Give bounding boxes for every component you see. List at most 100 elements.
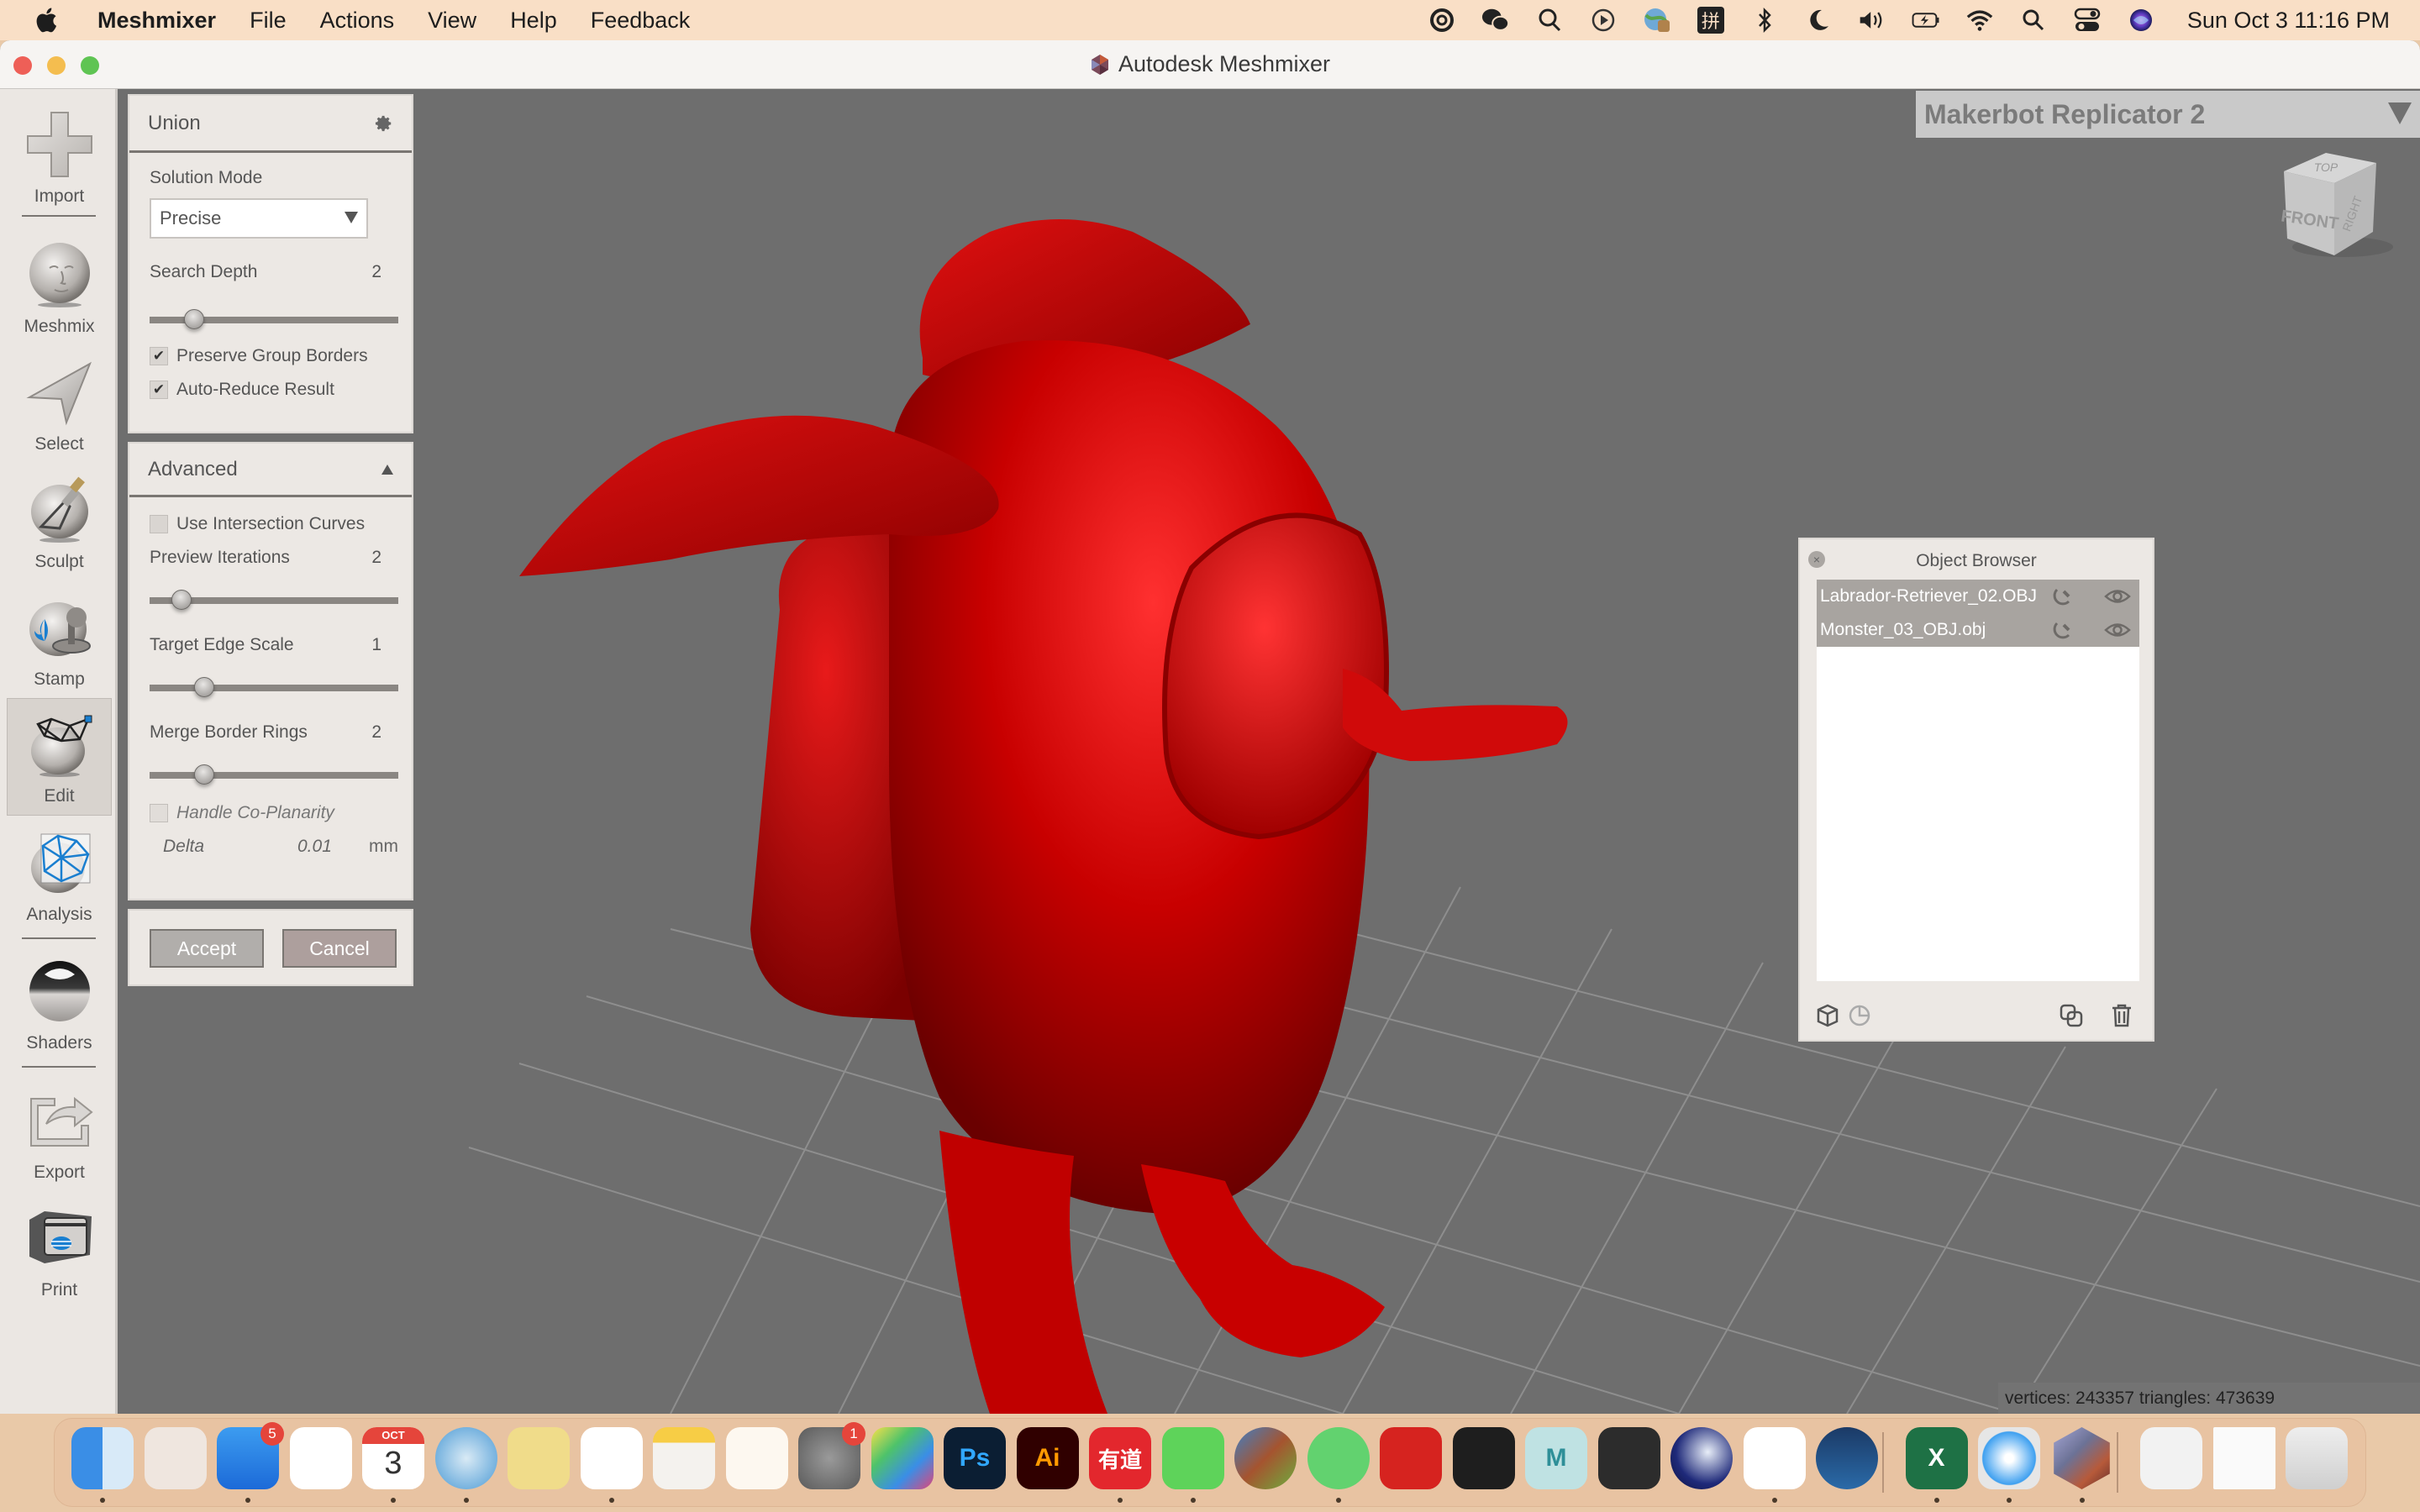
tool-export[interactable]: Export [7,1074,112,1191]
printer-selector[interactable]: Makerbot Replicator 2 [1916,91,2420,138]
eye-icon[interactable] [2104,587,2131,606]
window-title-bar[interactable]: Autodesk Meshmixer [0,40,2420,89]
tool-import[interactable]: Import [7,97,112,215]
magnet-icon[interactable] [2050,620,2072,642]
control-center-icon[interactable] [2073,7,2102,34]
tool-print[interactable]: Print [7,1191,112,1309]
delta-value[interactable]: 0.01 [297,837,332,857]
dock-app-wechat[interactable] [1161,1427,1224,1489]
screenshot-icon[interactable] [1535,7,1564,34]
pie-chart-icon[interactable] [1847,1003,1872,1028]
checkbox-box[interactable] [150,515,168,533]
object-list-item[interactable]: Monster_03_OBJ.obj [1817,613,2139,647]
do-not-disturb-icon[interactable] [1804,7,1833,34]
creative-cloud-icon[interactable] [1428,7,1456,34]
window-minimize-button[interactable] [47,56,66,75]
eye-icon[interactable] [2104,621,2131,639]
bluetooth-icon[interactable] [1750,7,1779,34]
tool-select[interactable]: Select [7,345,112,463]
dock-app-photoshop[interactable]: Ps [944,1427,1006,1489]
dock-app-trash[interactable] [2286,1427,2348,1489]
vpn-icon[interactable] [1643,7,1671,34]
gear-icon[interactable] [375,114,393,133]
volume-icon[interactable] [1858,7,1886,34]
menu-feedback[interactable]: Feedback [591,8,691,34]
menu-help[interactable]: Help [510,8,557,34]
checkbox-box[interactable] [150,804,168,822]
preserve-group-borders-checkbox[interactable]: ✔ Preserve Group Borders [150,346,368,366]
trash-icon[interactable] [2109,1003,2134,1028]
merge-border-rings-slider[interactable] [150,763,398,788]
siri-icon[interactable] [2127,7,2155,34]
dock-app-app-store[interactable]: 5 [217,1422,284,1489]
window-zoom-button[interactable] [81,56,99,75]
dock-app-figma[interactable] [1452,1427,1515,1489]
menu-file[interactable]: File [250,8,287,34]
tool-edit[interactable]: Edit [7,698,112,816]
slider-thumb[interactable] [194,677,215,697]
dropdown-triangle-icon[interactable] [2388,102,2412,124]
dock-app-stickies[interactable] [508,1427,570,1489]
tool-sculpt[interactable]: Sculpt [7,463,112,580]
dock-app-slack[interactable] [1743,1427,1806,1489]
accept-button[interactable]: Accept [150,929,264,968]
wifi-icon[interactable] [1965,7,1994,34]
tool-shaders[interactable]: Shaders [7,944,112,1062]
use-intersection-curves-checkbox[interactable]: Use Intersection Curves [150,514,365,534]
target-edge-scale-slider[interactable] [150,675,398,701]
dock-app-sketchup[interactable] [1234,1427,1297,1489]
object-list-item[interactable]: Labrador-Retriever_02.OBJ [1817,580,2139,613]
dock-app-finder[interactable] [71,1427,134,1489]
play-icon[interactable] [1589,7,1618,34]
dock-app-launchpad[interactable] [144,1427,207,1489]
advanced-header[interactable]: Advanced [129,444,412,497]
tool-stamp[interactable]: Stamp [7,580,112,698]
cube-icon[interactable] [1815,1003,1840,1028]
dock-app-netease-music[interactable] [1380,1427,1442,1489]
handle-coplanarity-checkbox[interactable]: Handle Co-Planarity [150,803,334,823]
duplicate-icon[interactable] [2059,1003,2084,1028]
tool-analysis[interactable]: Analysis [7,816,112,933]
slider-thumb[interactable] [194,764,215,785]
dock-app-google-chrome[interactable] [289,1427,352,1489]
dock-app-illustrator[interactable]: Ai [1016,1427,1079,1489]
menu-view[interactable]: View [428,8,476,34]
dock-app-maya[interactable]: M [1525,1427,1587,1489]
wechat-icon[interactable] [1481,7,1510,34]
checkbox-box[interactable]: ✔ [150,347,168,365]
menu-actions[interactable]: Actions [320,8,395,34]
dock-app-rhino[interactable] [1597,1427,1660,1489]
slider-thumb[interactable] [171,590,192,610]
battery-icon[interactable] [1912,7,1940,34]
magnet-icon[interactable] [2050,586,2072,608]
dock-app-calendar[interactable]: OCT 3 [362,1427,424,1489]
view-cube[interactable]: TOP FRONT RIGHT [2267,138,2393,264]
dock-app-recent-document[interactable] [2212,1427,2275,1489]
preview-iterations-slider[interactable] [150,588,398,613]
dock-app-microsoft-excel[interactable]: X [1905,1427,1968,1489]
dock-app-youdao[interactable]: 有道 [1089,1427,1151,1489]
input-method-icon[interactable]: 拼 [1697,7,1725,34]
dock-app-reminders[interactable] [580,1427,643,1489]
collapse-triangle-icon[interactable] [381,464,393,475]
auto-reduce-result-checkbox[interactable]: ✔ Auto-Reduce Result [150,380,334,400]
menu-app-name[interactable]: Meshmixer [97,8,216,34]
menu-bar-clock[interactable]: Sun Oct 3 11:16 PM [2187,8,2390,34]
dock-app-final-cut-pro[interactable] [871,1427,934,1489]
apple-logo-icon[interactable] [34,6,62,34]
dock-app-steam[interactable] [1816,1427,1878,1489]
window-close-button[interactable] [13,56,32,75]
dock-app-notes[interactable] [653,1427,715,1489]
tool-meshmix[interactable]: Meshmix [7,228,112,345]
cancel-button[interactable]: Cancel [282,929,397,968]
dock-app-meshmixer[interactable] [2054,1427,2110,1489]
dock-app-cinema-4d[interactable] [1670,1427,1733,1489]
dock-app-spotify[interactable] [1307,1427,1370,1489]
spotlight-icon[interactable] [2019,7,2048,34]
dock-app-pages[interactable] [725,1427,788,1489]
checkbox-box[interactable]: ✔ [150,381,168,399]
dock-app-downloads[interactable] [2140,1427,2202,1489]
slider-thumb[interactable] [184,309,205,329]
solution-mode-dropdown[interactable]: Precise [150,198,368,239]
dock-app-safari[interactable] [1978,1427,2040,1489]
